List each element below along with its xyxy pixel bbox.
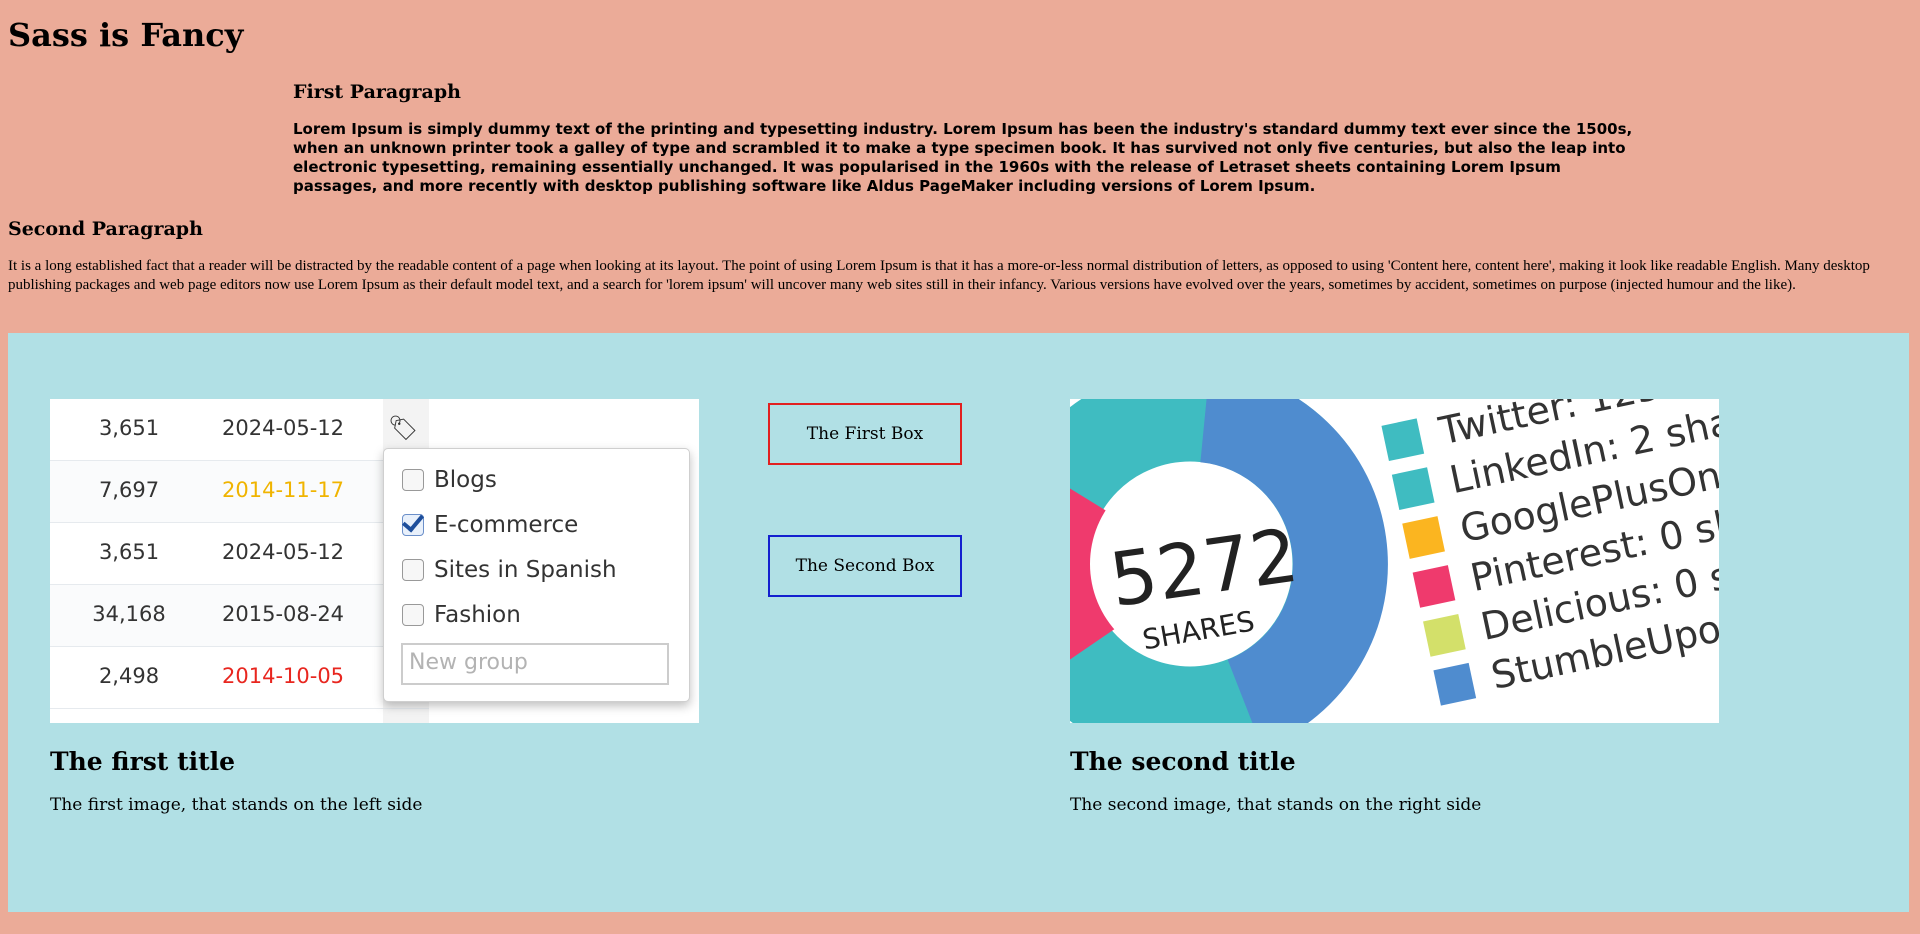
tag-icon[interactable]: 🏷: [388, 414, 418, 442]
table-row: 3,651 2024-05-12 🏷: [50, 399, 429, 461]
option-blogs[interactable]: Blogs: [402, 465, 497, 495]
first-paragraph-text: Lorem Ipsum is simply dummy text of the …: [293, 120, 1633, 195]
second-paragraph-heading: Second Paragraph: [8, 218, 203, 240]
table-cell-count: 34,168: [92, 602, 166, 626]
table-cell-date: 2015-08-24: [222, 602, 345, 626]
table-cell-count: 2,498: [98, 664, 160, 688]
second-box: The Second Box: [768, 535, 962, 597]
table-cell-date: 2014-11-17: [222, 478, 345, 502]
second-paragraph-text: It is a long established fact that a rea…: [8, 258, 1870, 293]
second-card-title: The second title: [1070, 747, 1296, 776]
table-cell-count: 7,697: [98, 478, 160, 502]
option-label: Fashion: [434, 602, 521, 628]
option-label: Sites in Spanish: [434, 557, 617, 583]
share-count: 5272: [1104, 512, 1304, 625]
first-card: 3,651 2024-05-12 🏷 7,697 2014-11-17 3,65…: [50, 399, 699, 815]
second-card: 5272 SHARES Twitter: 1259 LinkedIn: 2 sh…: [1070, 399, 1719, 815]
option-ecommerce[interactable]: E-commerce: [402, 510, 578, 540]
first-card-title: The first title: [50, 747, 236, 776]
share-legend: Twitter: 1259 LinkedIn: 2 share GooglePl…: [1380, 399, 1719, 712]
first-card-image: 3,651 2024-05-12 🏷 7,697 2014-11-17 3,65…: [50, 399, 699, 723]
table-cell-date: 2014-10-05: [222, 664, 345, 688]
checkbox-checked[interactable]: [402, 514, 424, 536]
table-cell-count: 3,651: [98, 540, 160, 564]
first-card-description: The first image, that stands on the left…: [50, 795, 423, 815]
option-label: E-commerce: [434, 512, 579, 538]
donut-segment-pink: [1070, 488, 1119, 660]
table-cell-date: 2024-05-12: [222, 416, 345, 440]
second-card-image: 5272 SHARES Twitter: 1259 LinkedIn: 2 sh…: [1070, 399, 1719, 723]
legend-swatch: [1433, 662, 1477, 706]
legend-swatch: [1423, 613, 1466, 657]
data-table: 3,651 2024-05-12 🏷 7,697 2014-11-17 3,65…: [50, 399, 429, 723]
first-paragraph-heading: First Paragraph: [293, 81, 461, 103]
page-title: Sass is Fancy: [8, 16, 244, 54]
new-group-input[interactable]: New group: [401, 643, 669, 685]
legend-swatch: [1381, 418, 1425, 462]
table-cell-count: 3,651: [98, 416, 160, 440]
table-cell-date: 2024-05-12: [222, 540, 345, 564]
table-row: 2,498 2014-10-05: [50, 647, 429, 709]
second-card-description: The second image, that stands on the rig…: [1070, 795, 1482, 815]
first-box: The First Box: [768, 403, 962, 465]
first-paragraph-section: First Paragraph Lorem Ipsum is simply du…: [293, 80, 1633, 196]
legend-swatch: [1402, 516, 1445, 559]
option-label: Blogs: [434, 467, 497, 493]
group-dropdown: Blogs E-commerce Sites in Spanish Fashio…: [383, 448, 690, 702]
option-fashion[interactable]: Fashion: [402, 600, 521, 630]
second-paragraph-section: Second Paragraph It is a long establishe…: [8, 217, 1912, 295]
checkbox[interactable]: [402, 469, 424, 491]
table-row: 7,697 2014-11-17: [50, 461, 429, 523]
content-panel: 3,651 2024-05-12 🏷 7,697 2014-11-17 3,65…: [8, 333, 1909, 912]
legend-swatch: [1412, 565, 1456, 608]
table-row: 3,651 2024-05-12: [50, 523, 429, 585]
checkbox[interactable]: [402, 604, 424, 626]
checkbox[interactable]: [402, 559, 424, 581]
legend-swatch: [1391, 467, 1435, 510]
table-row: 34,168 2015-08-24: [50, 585, 429, 647]
option-sites-in-spanish[interactable]: Sites in Spanish: [402, 555, 617, 585]
